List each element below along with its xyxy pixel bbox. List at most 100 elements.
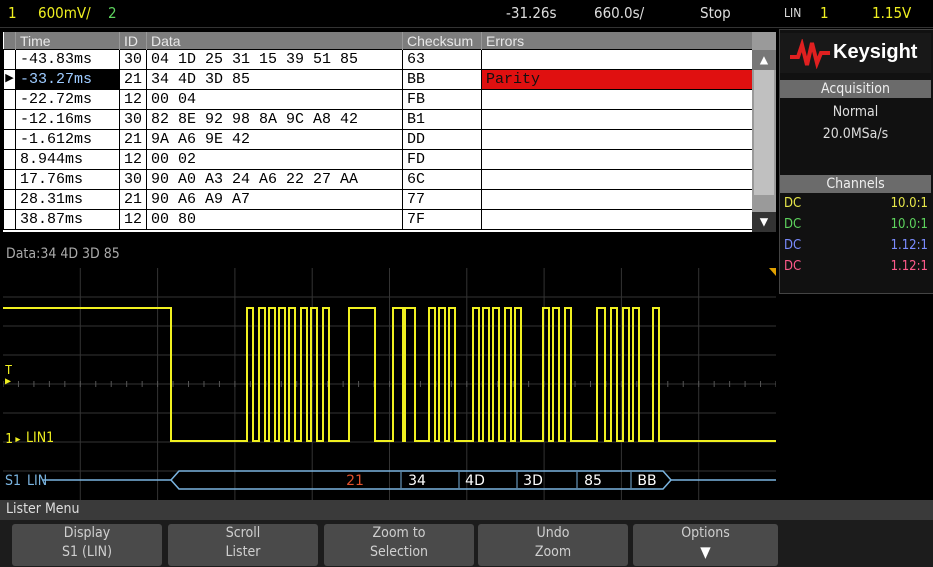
softkey-undo-line1: Undo	[536, 525, 570, 541]
row-checksum: BB	[402, 69, 482, 90]
row-time: -43.83ms	[15, 49, 120, 70]
row-checksum: 6C	[402, 169, 482, 190]
lister-row[interactable]: -43.83ms 30 04 1D 25 31 15 39 51 85 63	[3, 49, 754, 70]
lister-row[interactable]: 38.87ms 12 00 80 7F	[3, 209, 754, 230]
softkey-options[interactable]: Options ▼	[633, 524, 778, 566]
lister-row[interactable]: -22.72ms 12 00 04 FB	[3, 89, 754, 110]
lister-table[interactable]: Time ID Data Checksum Errors -43.83ms 30 0…	[3, 32, 776, 232]
row-data: 34 4D 3D 85	[146, 69, 403, 90]
trigger-arrow-icon: ▶	[5, 376, 12, 387]
menu-title-bar: Lister Menu	[0, 500, 933, 520]
row-marker	[3, 209, 16, 230]
row-errors	[481, 49, 754, 70]
trigger-channel: 1	[820, 4, 829, 22]
softkey-scroll-lister[interactable]: Scroll Lister	[168, 524, 318, 566]
channel-probe-ratio: 10.0:1	[890, 196, 928, 211]
keysight-wave-icon	[790, 39, 830, 69]
channel-probe-ratio: 1.12:1	[890, 238, 928, 253]
channel-probe-ratio: 1.12:1	[890, 259, 928, 274]
softkey-undo-zoom[interactable]: Undo Zoom	[478, 524, 628, 566]
lister-row[interactable]: 17.76ms 30 90 A0 A3 24 A6 22 27 AA 6C	[3, 169, 754, 190]
scroll-down-icon[interactable]: ▼	[752, 212, 776, 232]
row-errors	[481, 109, 754, 130]
softkey-zoom-line1: Zoom to	[372, 525, 426, 541]
decode-byte: BB	[637, 473, 656, 489]
row-data: 04 1D 25 31 15 39 51 85	[146, 49, 403, 70]
channel-row[interactable]: DC 1.12:1	[784, 259, 928, 274]
row-marker	[3, 109, 16, 130]
row-time: -1.612ms	[15, 129, 120, 150]
lister-row[interactable]: 28.31ms 21 90 A6 A9 A7 77	[3, 189, 754, 210]
marker-header	[3, 32, 16, 50]
lister-body: -43.83ms 30 04 1D 25 31 15 39 51 85 63 ▶ -33.…	[3, 49, 754, 230]
scroll-up-icon[interactable]: ▲	[752, 50, 776, 70]
trigger-level-marker-icon: T	[5, 363, 13, 377]
lister-row[interactable]: ▶ -33.27ms 21 34 4D 3D 85 BB Parity	[3, 69, 754, 90]
channel-row[interactable]: DC 10.0:1	[784, 196, 928, 211]
column-header-time[interactable]: Time	[15, 32, 120, 50]
scroll-thumb[interactable]	[754, 70, 774, 195]
decode-byte: 3D	[523, 473, 543, 489]
row-marker	[3, 129, 16, 150]
row-checksum: 7F	[402, 209, 482, 230]
channel-probe-ratio: 10.0:1	[890, 217, 928, 232]
column-header-errors[interactable]: Errors	[481, 32, 754, 50]
row-marker	[3, 189, 16, 210]
channel-row[interactable]: DC 1.12:1	[784, 238, 928, 253]
channel2-indicator: 2	[108, 4, 117, 22]
waveform-display[interactable]: 21 34 4D 3D 85 BB	[3, 268, 776, 500]
lister-row[interactable]: -1.612ms 21 9A A6 9E 42 DD	[3, 129, 754, 150]
lister-row[interactable]: -12.16ms 30 82 8E 92 98 8A 9C A8 42 B1	[3, 109, 754, 130]
column-header-data[interactable]: Data	[146, 32, 403, 50]
status-bar: 1 600mV/ 2 -31.26s 660.0s/ Stop LIN 1 1.…	[0, 0, 933, 28]
row-time: -12.16ms	[15, 109, 120, 130]
row-id: 12	[119, 89, 147, 110]
graticule	[3, 268, 776, 500]
row-data: 82 8E 92 98 8A 9C A8 42	[146, 109, 403, 130]
serial-bus-label: LIN	[27, 473, 48, 489]
row-marker	[3, 49, 16, 70]
channel-coupling: DC	[784, 238, 802, 253]
decode-byte: 21	[346, 473, 364, 489]
row-time: 28.31ms	[15, 189, 120, 210]
lister-grid: Time ID Data Checksum Errors -43.83ms 30 0…	[3, 32, 754, 230]
row-time: 38.87ms	[15, 209, 120, 230]
row-id: 21	[119, 129, 147, 150]
softkey-zoom-to-selection[interactable]: Zoom to Selection	[324, 524, 474, 566]
trigger-source: LIN	[784, 6, 802, 20]
channel-coupling: DC	[784, 217, 802, 232]
channel-row[interactable]: DC 10.0:1	[784, 217, 928, 232]
row-marker	[3, 169, 16, 190]
row-id: 12	[119, 149, 147, 170]
row-time: -33.27ms	[15, 69, 120, 90]
softkey-options-arrow-icon: ▼	[700, 543, 711, 561]
acquisition-mode: Normal	[832, 104, 879, 120]
lister-row[interactable]: 8.944ms 12 00 02 FD	[3, 149, 754, 170]
channel1-ground-marker[interactable]: 1	[5, 432, 13, 447]
row-time: 17.76ms	[15, 169, 120, 190]
brand-logo: Keysight	[780, 33, 931, 73]
row-data: 90 A0 A3 24 A6 22 27 AA	[146, 169, 403, 190]
row-errors	[481, 89, 754, 110]
row-checksum: B1	[402, 109, 482, 130]
softkey-display-serial[interactable]: Display S1 (LIN)	[12, 524, 162, 566]
channel-coupling: DC	[784, 259, 802, 274]
softkey-scroll-lister-line1: Scroll	[225, 525, 261, 541]
row-data: 90 A6 A9 A7	[146, 189, 403, 210]
row-data: 00 04	[146, 89, 403, 110]
selected-data-label: Data:34 4D 3D 85	[6, 246, 120, 262]
row-marker	[3, 149, 16, 170]
acquisition-header: Acquisition	[780, 80, 931, 98]
softkey-zoom-line2: Selection	[369, 544, 429, 560]
row-data: 9A A6 9E 42	[146, 129, 403, 150]
column-header-checksum[interactable]: Checksum	[402, 32, 482, 50]
row-errors	[481, 189, 754, 210]
serial-bus-prefix: S1	[5, 473, 22, 489]
softkey-display-serial-line1: Display	[63, 525, 111, 541]
time-offset: -31.26s	[506, 4, 557, 22]
decode-byte: 85	[584, 473, 602, 489]
row-time: 8.944ms	[15, 149, 120, 170]
column-header-id[interactable]: ID	[119, 32, 147, 50]
channel-number: 1	[8, 4, 17, 22]
row-data: 00 80	[146, 209, 403, 230]
